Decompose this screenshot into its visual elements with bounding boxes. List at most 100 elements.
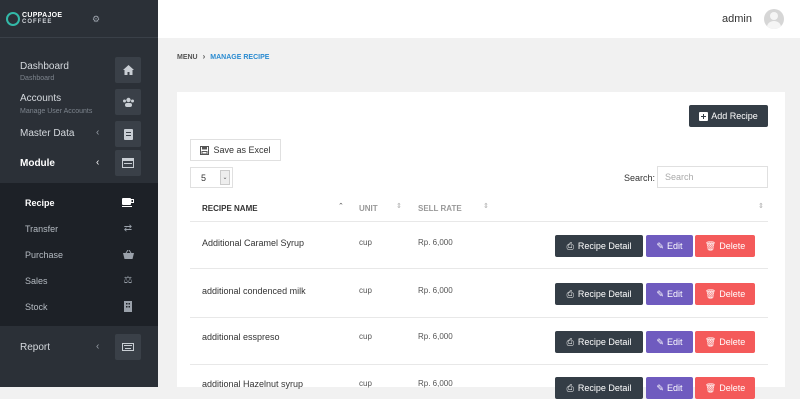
keyboard-icon[interactable] <box>115 334 141 360</box>
cell-unit: cup <box>359 286 372 295</box>
edit-button[interactable]: ✎ Edit <box>646 377 693 399</box>
breadcrumb: MENU › MANAGE RECIPE <box>177 52 269 61</box>
edit-icon: ✎ <box>656 382 665 393</box>
page-size-value: 5 <box>201 173 207 183</box>
print-icon: ⎙ <box>566 240 574 251</box>
sidebar-item-module[interactable]: Module <box>20 158 55 169</box>
sidebar-item-dashboard-sub: Dashboard <box>20 75 55 82</box>
divider <box>190 364 768 365</box>
sidebar-item-master-data[interactable]: Master Data <box>20 128 74 139</box>
coffee-icon[interactable] <box>117 192 139 212</box>
recipe-detail-label: Recipe Detail <box>577 241 632 251</box>
trash-icon: 🗑 <box>704 240 717 251</box>
cell-sell-rate: Rp. 6,000 <box>418 286 453 295</box>
archive-icon[interactable] <box>115 121 141 147</box>
divider <box>190 221 768 222</box>
recipe-detail-label: Recipe Detail <box>577 383 632 393</box>
settings-icon[interactable]: ⚙ <box>92 14 100 25</box>
recipe-detail-button[interactable]: ⎙ Recipe Detail <box>555 377 643 399</box>
delete-label: Delete <box>719 383 746 393</box>
delete-button[interactable]: 🗑 Delete <box>695 331 755 353</box>
sidebar-item-accounts[interactable]: Accounts <box>20 93 61 104</box>
breadcrumb-current: MANAGE RECIPE <box>210 54 270 61</box>
user-name[interactable]: admin <box>722 13 752 25</box>
building-icon[interactable] <box>117 296 139 316</box>
add-recipe-button[interactable]: Add Recipe <box>689 105 768 127</box>
cell-sell-rate: Rp. 6,000 <box>418 332 453 341</box>
search-input[interactable] <box>657 166 768 188</box>
logo-name: CUPPAJOE <box>22 11 63 19</box>
trash-icon: 🗑 <box>704 382 717 393</box>
delete-button[interactable]: 🗑 Delete <box>695 283 755 305</box>
edit-button[interactable]: ✎ Edit <box>646 283 693 305</box>
breadcrumb-separator: › <box>202 52 206 61</box>
search-label: Search: <box>624 173 656 183</box>
sidebar-item-purchase[interactable]: Purchase <box>25 250 63 260</box>
logo-cup-icon <box>6 11 20 26</box>
cell-sell-rate: Rp. 6,000 <box>418 238 453 247</box>
window-icon[interactable] <box>115 150 141 176</box>
sidebar-item-report[interactable]: Report <box>20 342 50 353</box>
cell-recipe-name: additional Hazelnut syrup <box>202 379 304 389</box>
edit-button[interactable]: ✎ Edit <box>646 331 693 353</box>
module-submenu: Recipe Transfer ⇄ Purchase Sales ⚖ Stock <box>0 183 158 326</box>
edit-label: Edit <box>667 289 683 299</box>
edit-icon: ✎ <box>656 336 665 347</box>
delete-button[interactable]: 🗑 Delete <box>695 235 755 257</box>
sidebar-item-dashboard[interactable]: Dashboard <box>20 61 69 72</box>
recipe-detail-button[interactable]: ⎙ Recipe Detail <box>555 331 643 353</box>
recipe-detail-label: Recipe Detail <box>577 337 632 347</box>
breadcrumb-menu[interactable]: MENU <box>177 54 198 61</box>
basket-icon[interactable] <box>117 244 139 264</box>
add-recipe-label: Add Recipe <box>711 111 758 121</box>
column-header-sell-rate[interactable]: SELL RATE <box>418 204 462 213</box>
page-size-select[interactable]: 5 ⌄ <box>190 167 233 188</box>
plus-square-icon <box>699 111 709 121</box>
save-icon <box>200 145 210 155</box>
chevron-left-icon: ‹ <box>96 157 100 168</box>
column-header-unit[interactable]: UNIT <box>359 204 378 213</box>
chevron-left-icon: ‹ <box>96 127 100 138</box>
trash-icon: 🗑 <box>704 288 717 299</box>
sort-icon[interactable]: ⇕ <box>483 202 489 210</box>
delete-label: Delete <box>719 289 746 299</box>
edit-label: Edit <box>667 383 683 393</box>
sidebar-item-stock[interactable]: Stock <box>25 302 48 312</box>
delete-button[interactable]: 🗑 Delete <box>695 377 755 399</box>
trash-icon: 🗑 <box>704 336 717 347</box>
divider <box>190 268 768 269</box>
edit-button[interactable]: ✎ Edit <box>646 235 693 257</box>
exchange-icon[interactable]: ⇄ <box>117 218 139 238</box>
logo-sub: COFFEE <box>22 18 53 25</box>
cell-recipe-name: additional esspreso <box>202 332 280 342</box>
cell-recipe-name: Additional Caramel Syrup <box>202 238 305 248</box>
sidebar-item-recipe[interactable]: Recipe <box>25 198 55 208</box>
sidebar-item-accounts-sub: Manage User Accounts <box>20 108 93 115</box>
edit-icon: ✎ <box>656 288 665 299</box>
recipe-detail-button[interactable]: ⎙ Recipe Detail <box>555 283 643 305</box>
save-excel-button[interactable]: Save as Excel <box>190 139 281 161</box>
cell-recipe-name: additional condenced milk <box>202 286 306 296</box>
chevron-down-icon: ⌄ <box>220 170 230 185</box>
sidebar-item-sales[interactable]: Sales <box>25 276 48 286</box>
recipe-detail-button[interactable]: ⎙ Recipe Detail <box>555 235 643 257</box>
avatar[interactable] <box>764 9 784 29</box>
column-header-recipe-name[interactable]: RECIPE NAME <box>202 204 258 213</box>
cell-unit: cup <box>359 332 372 341</box>
save-excel-label: Save as Excel <box>213 145 271 155</box>
users-icon[interactable] <box>115 89 141 115</box>
print-icon: ⎙ <box>566 382 574 393</box>
sort-icon[interactable]: ⇕ <box>758 202 764 210</box>
sort-icon[interactable]: ⇕ <box>396 202 402 210</box>
home-icon[interactable] <box>115 57 141 83</box>
print-icon: ⎙ <box>566 288 574 299</box>
delete-label: Delete <box>719 241 746 251</box>
balance-scale-icon[interactable]: ⚖ <box>117 270 139 290</box>
sidebar-item-transfer[interactable]: Transfer <box>25 224 58 234</box>
recipe-card: Add Recipe Save as Excel 5 ⌄ Search: REC… <box>177 92 785 399</box>
logo[interactable]: CUPPAJOE COFFEE <box>0 0 158 38</box>
sort-asc-icon[interactable]: ⌃ <box>338 202 344 210</box>
edit-label: Edit <box>667 241 683 251</box>
edit-icon: ✎ <box>656 240 665 251</box>
edit-label: Edit <box>667 337 683 347</box>
